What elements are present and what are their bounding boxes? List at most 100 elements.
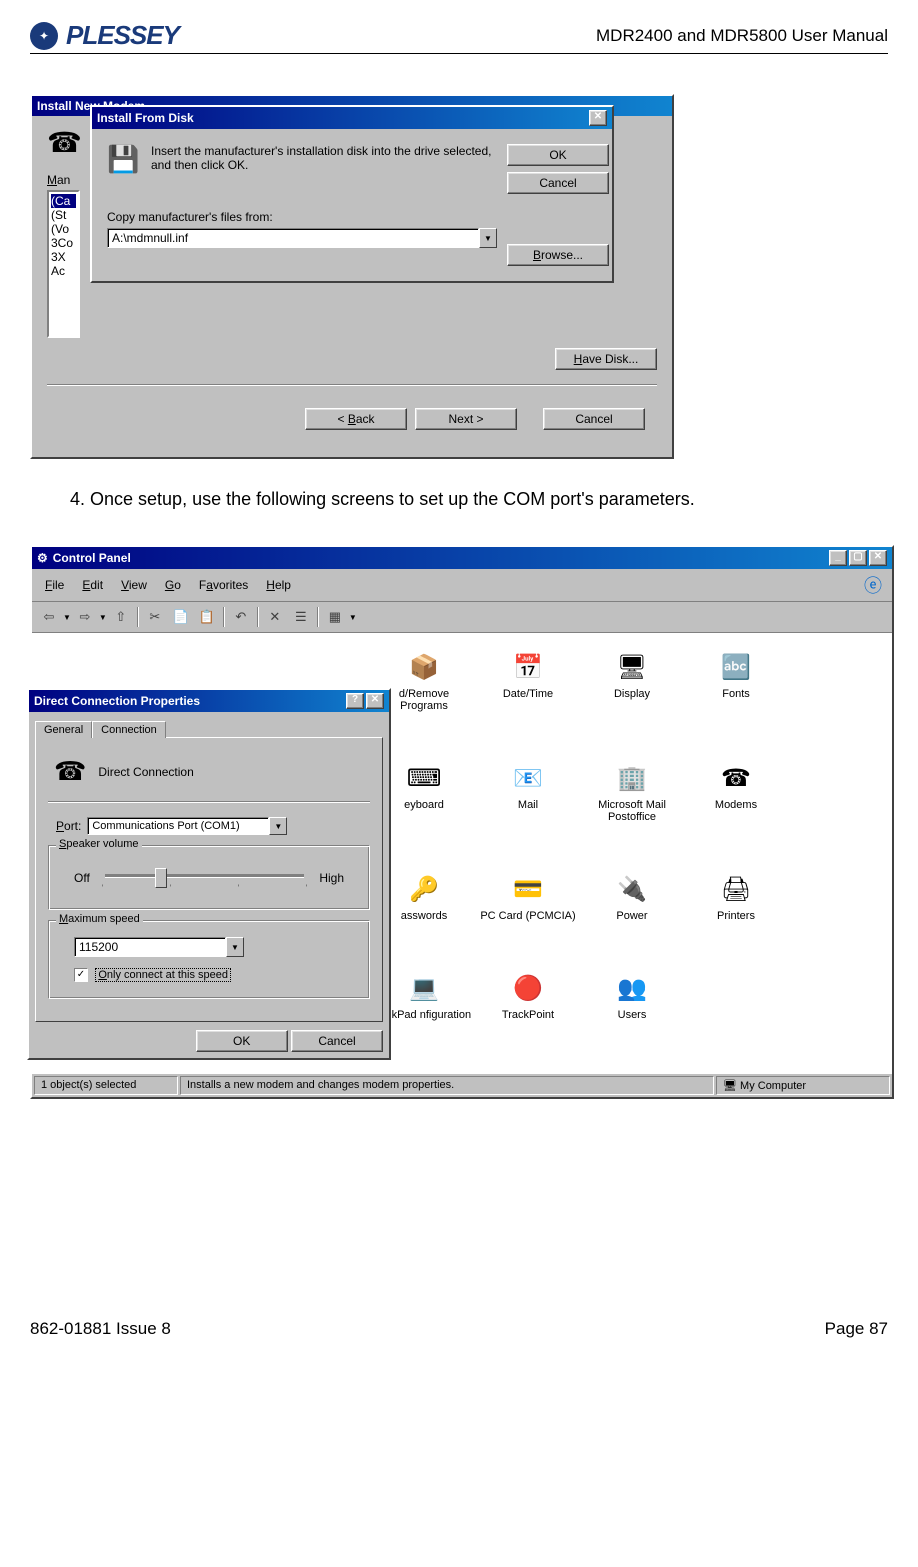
close-icon[interactable]: ✕: [869, 550, 887, 566]
logo: ✦ PLESSEY: [30, 20, 179, 51]
cp-item-display[interactable]: 🖥Display: [582, 651, 682, 746]
port-label: Port:: [56, 819, 81, 833]
cp-item-modems[interactable]: ☎Modems: [686, 762, 786, 857]
port-select[interactable]: Communications Port (COM1): [87, 817, 269, 835]
manufacturers-list[interactable]: (Ca (St (Vo 3Co 3X Ac: [47, 190, 80, 338]
status-location: 🖥 My Computer: [716, 1076, 890, 1095]
step-4-text: 4. Once setup, use the following screens…: [70, 489, 888, 510]
copy-from-label: Copy manufacturer's files from:: [107, 210, 497, 224]
control-panel-window: ⚙Control Panel _ ▢ ✕ File Edit View Go F…: [30, 545, 894, 1099]
cp-item-users[interactable]: 👥Users: [582, 972, 682, 1055]
cancel-button[interactable]: Cancel: [543, 408, 645, 430]
disk-icon: 💾: [107, 144, 139, 175]
close-icon[interactable]: ✕: [366, 693, 384, 709]
mfr-item[interactable]: (St: [51, 208, 76, 222]
speed-select[interactable]: 115200: [74, 937, 226, 957]
next-button[interactable]: Next >: [415, 408, 517, 430]
menu-favorites[interactable]: Favorites: [191, 576, 256, 594]
menu-view[interactable]: View: [113, 576, 155, 594]
props-title: Direct Connection Properties: [34, 694, 200, 708]
manual-title: MDR2400 and MDR5800 User Manual: [596, 26, 888, 46]
props-titlebar: Direct Connection Properties ? ✕: [29, 690, 389, 712]
modem-wizard-icon: ☎: [47, 126, 79, 158]
mfr-item[interactable]: 3X: [51, 250, 76, 264]
status-bar: 1 object(s) selected Installs a new mode…: [32, 1073, 892, 1097]
tab-general[interactable]: General: [35, 721, 92, 738]
tab-connection[interactable]: Connection: [92, 721, 166, 738]
minimize-icon[interactable]: _: [829, 550, 847, 566]
menu-bar: File Edit View Go Favorites Help ⓔ: [32, 569, 892, 602]
back-button[interactable]: < Back: [305, 408, 407, 430]
menu-go[interactable]: Go: [157, 576, 189, 594]
cancel-button[interactable]: Cancel: [291, 1030, 383, 1052]
back-icon[interactable]: ⇦: [37, 605, 61, 629]
mfr-item[interactable]: (Vo: [51, 222, 76, 236]
only-connect-checkbox[interactable]: ✓: [74, 968, 88, 982]
have-disk-button[interactable]: Have Disk...: [555, 348, 657, 370]
menu-file[interactable]: File: [37, 576, 72, 594]
menu-help[interactable]: Help: [258, 576, 299, 594]
slider-thumb[interactable]: [155, 868, 167, 888]
page-number: Page 87: [825, 1319, 888, 1339]
views-icon[interactable]: ▦: [323, 605, 347, 629]
up-icon[interactable]: ⇧: [109, 605, 133, 629]
props-heading: Direct Connection: [98, 765, 193, 779]
display-icon: 🖥: [616, 651, 648, 683]
phone-icon: ☎: [54, 756, 86, 787]
package-icon: 📦: [408, 651, 440, 683]
control-panel-icon: ⚙: [37, 551, 48, 565]
manufacturers-label: Man: [47, 173, 80, 187]
chevron-down-icon[interactable]: ▼: [479, 228, 497, 248]
cp-item-datetime[interactable]: 📅Date/Time: [478, 651, 578, 746]
keyboard-icon: ⌨: [408, 762, 440, 794]
mfr-item[interactable]: (Ca: [51, 194, 76, 208]
help-icon[interactable]: ?: [346, 693, 364, 709]
install-disk-instruction: Insert the manufacturer's installation d…: [151, 144, 497, 175]
install-new-modem-window: Install New Modem ☎ Click the manufactur…: [30, 94, 674, 459]
install-from-disk-dialog: Install From Disk ✕ 💾 Insert the manufac…: [90, 105, 614, 283]
ok-button[interactable]: OK: [196, 1030, 288, 1052]
trackpoint-icon: 🔴: [512, 972, 544, 1004]
logo-icon: ✦: [30, 22, 58, 50]
mfr-item[interactable]: Ac: [51, 264, 76, 278]
control-panel-body: Direct Connection Properties ? ✕ General…: [32, 633, 892, 1073]
power-icon: 🔌: [616, 873, 648, 905]
menu-edit[interactable]: Edit: [74, 576, 111, 594]
mfr-item[interactable]: 3Co: [51, 236, 76, 250]
status-description: Installs a new modem and changes modem p…: [180, 1076, 714, 1095]
chevron-down-icon[interactable]: ▼: [226, 937, 244, 957]
install-disk-titlebar: Install From Disk ✕: [92, 107, 612, 129]
card-icon: 💳: [512, 873, 544, 905]
status-selected: 1 object(s) selected: [34, 1076, 178, 1095]
volume-slider[interactable]: [105, 874, 305, 878]
copy-from-input[interactable]: A:\mdmnull.inf: [107, 228, 479, 248]
close-icon[interactable]: ✕: [589, 110, 607, 126]
only-connect-label: Only connect at this speed: [95, 968, 231, 982]
ie-icon: ⓔ: [864, 572, 887, 598]
calendar-icon: 📅: [512, 651, 544, 683]
cp-item-trackpoint[interactable]: 🔴TrackPoint: [478, 972, 578, 1055]
cp-item-mail[interactable]: 📧Mail: [478, 762, 578, 857]
ok-button[interactable]: OK: [507, 144, 609, 166]
install-disk-title: Install From Disk: [97, 111, 194, 125]
cp-item-fonts[interactable]: 🔤Fonts: [686, 651, 786, 746]
page-header: ✦ PLESSEY MDR2400 and MDR5800 User Manua…: [30, 20, 888, 54]
copy-icon[interactable]: 📄: [169, 605, 193, 629]
cp-item-mspostoffice[interactable]: 🏢Microsoft Mail Postoffice: [582, 762, 682, 857]
cp-item-pccard[interactable]: 💳PC Card (PCMCIA): [478, 873, 578, 956]
undo-icon[interactable]: ↶: [229, 605, 253, 629]
cancel-button[interactable]: Cancel: [507, 172, 609, 194]
properties-icon[interactable]: ☰: [289, 605, 313, 629]
printer-icon: 🖨: [720, 873, 752, 905]
chevron-down-icon[interactable]: ▼: [269, 817, 287, 835]
browse-button[interactable]: Browse...: [507, 244, 609, 266]
cp-item-printers[interactable]: 🖨Printers: [686, 873, 786, 956]
cut-icon[interactable]: ✂: [143, 605, 167, 629]
postoffice-icon: 🏢: [616, 762, 648, 794]
cp-item-power[interactable]: 🔌Power: [582, 873, 682, 956]
delete-icon[interactable]: ✕: [263, 605, 287, 629]
forward-icon[interactable]: ⇨: [73, 605, 97, 629]
modem-icon: ☎: [720, 762, 752, 794]
maximize-icon[interactable]: ▢: [849, 550, 867, 566]
paste-icon[interactable]: 📋: [195, 605, 219, 629]
